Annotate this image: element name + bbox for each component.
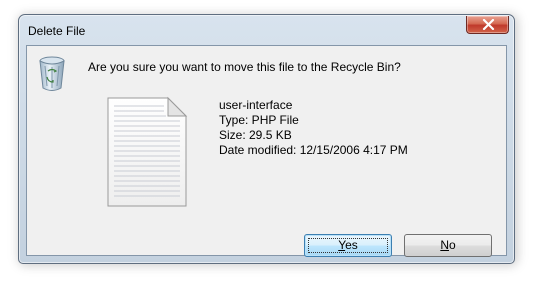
confirmation-question: Are you sure you want to move this file … [88, 60, 401, 74]
file-type: Type: PHP File [219, 113, 299, 127]
yes-button[interactable]: Yes [304, 234, 392, 257]
yes-label-rest: es [345, 238, 358, 252]
file-details: user-interface Type: PHP File Size: 29.5… [219, 98, 408, 158]
delete-file-dialog: Delete File Are you sure you want to mov [18, 14, 515, 264]
file-size: Size: 29.5 KB [219, 128, 292, 142]
file-name: user-interface [219, 98, 293, 112]
no-button[interactable]: No [404, 234, 492, 257]
close-icon [482, 19, 495, 30]
no-mnemonic: N [440, 238, 449, 252]
file-icon [107, 96, 188, 207]
window-title: Delete File [28, 24, 86, 38]
recycle-bin-icon [39, 56, 65, 91]
dialog-body: Are you sure you want to move this file … [26, 45, 507, 257]
title-bar[interactable]: Delete File [19, 15, 514, 45]
file-date-modified: Date modified: 12/15/2006 4:17 PM [219, 143, 408, 157]
close-button[interactable] [466, 16, 509, 34]
no-label-rest: o [448, 238, 456, 252]
